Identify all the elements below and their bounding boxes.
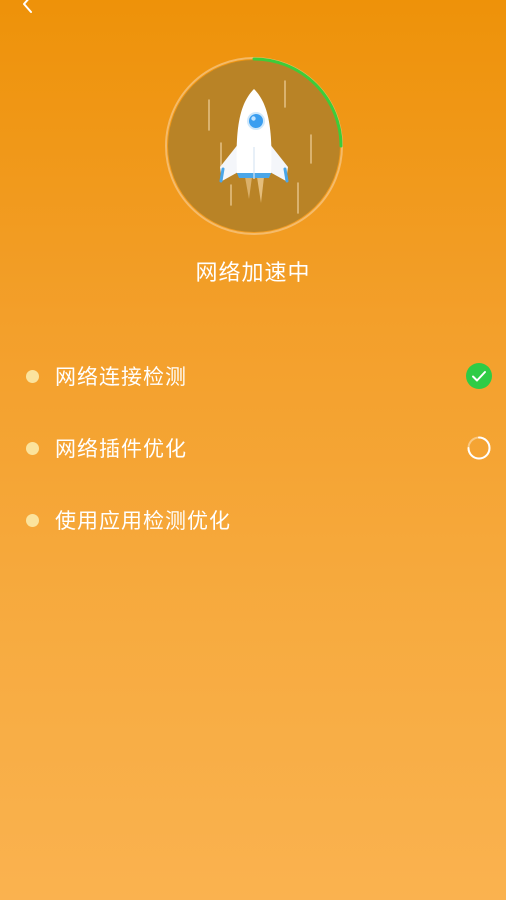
task-bullet (26, 441, 39, 455)
task-item-connection-check: 网络连接检测 (0, 340, 506, 412)
check-circle-icon (466, 363, 492, 389)
task-item-plugin-optimize: 网络插件优化 (0, 412, 506, 484)
task-item-app-optimize: 使用应用检测优化 (0, 484, 506, 556)
task-label: 网络连接检测 (55, 365, 187, 389)
chevron-left-icon (23, 0, 32, 13)
acceleration-animation (163, 55, 345, 237)
status-title: 网络加速中 (195, 261, 311, 286)
task-status-done (466, 363, 492, 389)
task-label: 网络插件优化 (55, 437, 187, 461)
task-list: 网络连接检测 网络插件优化 使用应用检测优化 (0, 340, 506, 556)
task-label: 使用应用检测优化 (55, 509, 231, 533)
back-button[interactable] (14, 0, 42, 16)
rocket-progress-graphic (165, 57, 343, 235)
task-bullet (26, 513, 39, 527)
loading-spinner-icon (467, 436, 491, 460)
task-bullet (26, 369, 39, 383)
task-status-in-progress (466, 435, 492, 461)
